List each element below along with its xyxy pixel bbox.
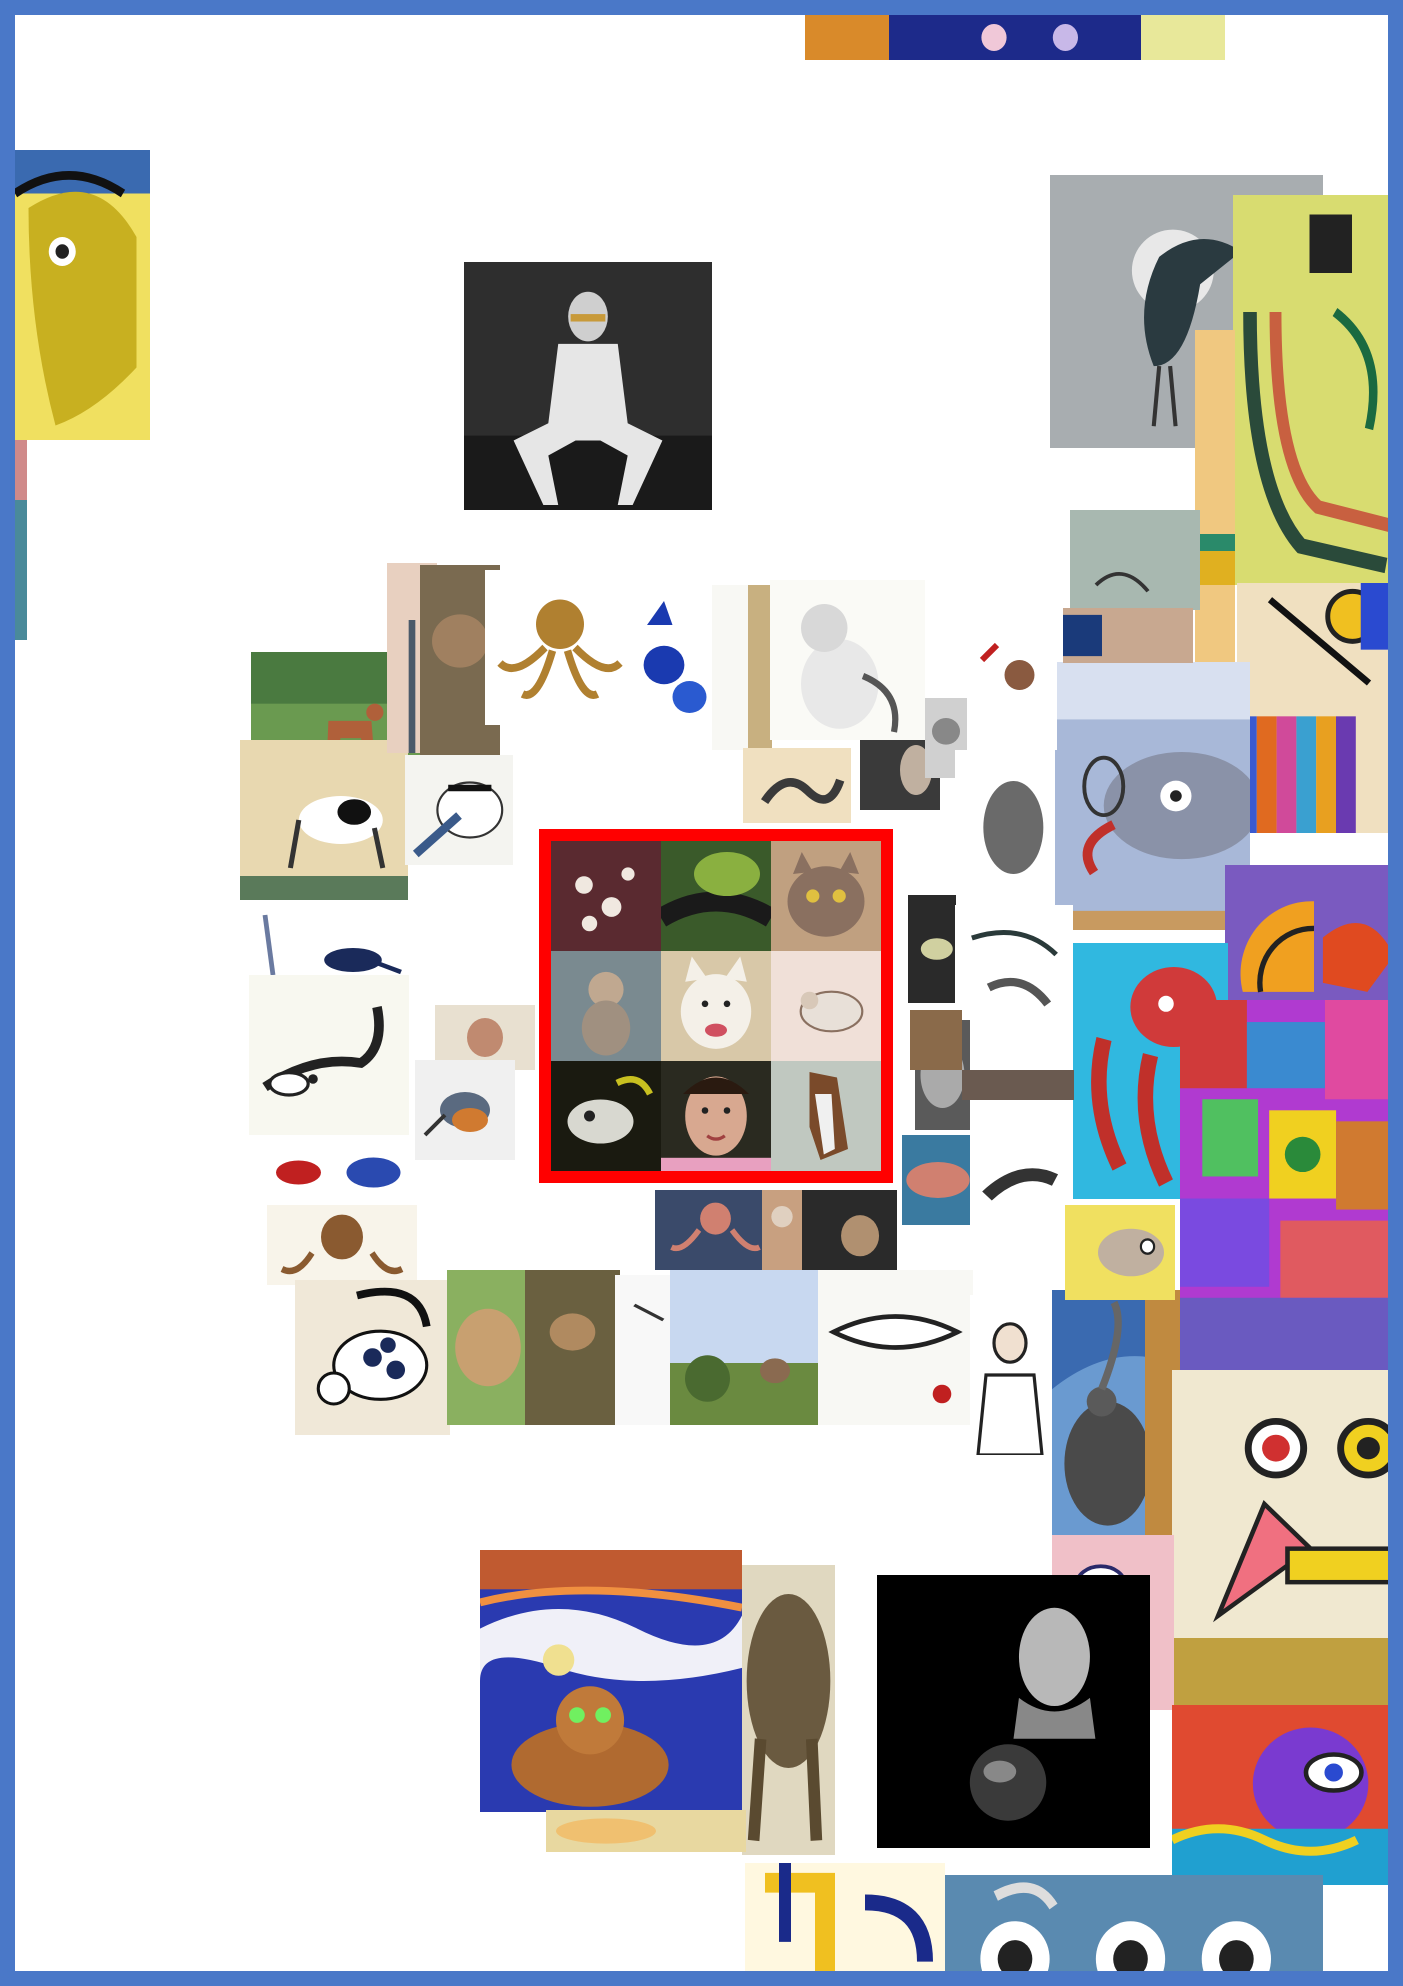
image-tile-yellow-swirl[interactable]: [745, 1863, 945, 1971]
grid-cell-dog[interactable]: [661, 951, 771, 1061]
image-tile-fish-ink-dark[interactable]: [970, 1100, 1072, 1260]
grid-cell-woman[interactable]: [661, 1061, 771, 1171]
image-tile-abstract-cat[interactable]: [1237, 583, 1388, 833]
image-tile-dog-ink[interactable]: [240, 740, 408, 900]
grid-cell-octopus[interactable]: [551, 841, 661, 951]
grid-cell-monkey[interactable]: [551, 951, 661, 1061]
grid-cell-cat[interactable]: [771, 841, 881, 951]
image-tile-octopus-ink-brown[interactable]: [267, 1205, 417, 1285]
image-tile-beige-strip[interactable]: [1195, 330, 1235, 670]
image-tile-monkey-painting[interactable]: [525, 1270, 620, 1425]
image-tile-bird-sketch-small[interactable]: [1070, 510, 1200, 610]
image-tile-koi-ink-2[interactable]: [818, 1270, 973, 1425]
image-tile-left-strip[interactable]: [15, 440, 27, 640]
grid-cell-bird[interactable]: [771, 951, 881, 1061]
image-tile-snake-sketch[interactable]: [743, 748, 851, 823]
image-tile-monkey-sketch[interactable]: [742, 1565, 835, 1855]
image-tile-cat-photo-small[interactable]: [802, 1190, 897, 1270]
image-tile-cat-moon[interactable]: [480, 1550, 742, 1812]
image-tile-fish-surreal[interactable]: [1055, 662, 1250, 930]
image-tile-fan-painting[interactable]: [1225, 865, 1388, 1010]
image-tile-blue-dog-pattern[interactable]: [630, 585, 715, 745]
image-tile-geisha-ink[interactable]: [970, 1295, 1050, 1455]
image-tile-fish-ink-gray[interactable]: [955, 750, 1055, 905]
grid-cell-horse[interactable]: [771, 1061, 881, 1171]
image-tile-fish-colorful[interactable]: [902, 1135, 974, 1225]
image-tile-koi-ink[interactable]: [249, 975, 409, 1135]
image-tile-portrait-painting[interactable]: [762, 1190, 802, 1270]
image-tile-top-strip[interactable]: [805, 15, 1225, 60]
image-tile-gray-strip[interactable]: [962, 1070, 1074, 1100]
image-tile-abstract-face[interactable]: [1172, 1370, 1388, 1705]
image-tile-octopus-ink[interactable]: [485, 570, 635, 725]
grid-cell-fish[interactable]: [551, 1061, 661, 1171]
image-tile-bamboo-ink[interactable]: [955, 905, 1073, 1070]
image-tile-red-fish-ink[interactable]: [261, 1135, 411, 1210]
image-tile-cat-ink[interactable]: [770, 580, 925, 740]
image-tile-mannequin[interactable]: [464, 262, 712, 510]
highlighted-grid: [539, 829, 893, 1183]
image-tile-monkey-ink-red[interactable]: [967, 630, 1057, 750]
image-tile-abstract-yellow[interactable]: [1233, 195, 1388, 585]
image-tile-sheep[interactable]: [447, 1270, 529, 1425]
image-tile-abstract-horse[interactable]: [15, 150, 150, 440]
image-tile-white-strip[interactable]: [615, 1275, 673, 1425]
image-tile-abstract-collage[interactable]: [1180, 1000, 1388, 1375]
collage-frame: [0, 0, 1403, 1986]
image-tile-fish-shadow[interactable]: [908, 895, 956, 1003]
image-tile-brown-strip[interactable]: [910, 1010, 962, 1070]
image-tile-abstract-swirls[interactable]: [938, 1875, 1323, 1971]
image-tile-strip-narrow[interactable]: [712, 585, 772, 750]
image-tile-cloud-strip[interactable]: [546, 1810, 746, 1852]
image-tile-blue-sign[interactable]: [1063, 608, 1193, 663]
image-tile-octopus-illustration[interactable]: [655, 1190, 765, 1270]
image-tile-colorful-swirl[interactable]: [1172, 1705, 1388, 1885]
image-tile-bust-sculpture[interactable]: [877, 1575, 1150, 1848]
image-tile-blob-yellow[interactable]: [1065, 1205, 1175, 1300]
image-tile-bird-shrike[interactable]: [405, 755, 513, 865]
image-tile-pointillist-sparrow[interactable]: [670, 1270, 820, 1425]
grid-cell-snake[interactable]: [661, 841, 771, 951]
image-tile-cat-spotted[interactable]: [295, 1280, 450, 1435]
image-tile-redstart[interactable]: [415, 1060, 515, 1160]
